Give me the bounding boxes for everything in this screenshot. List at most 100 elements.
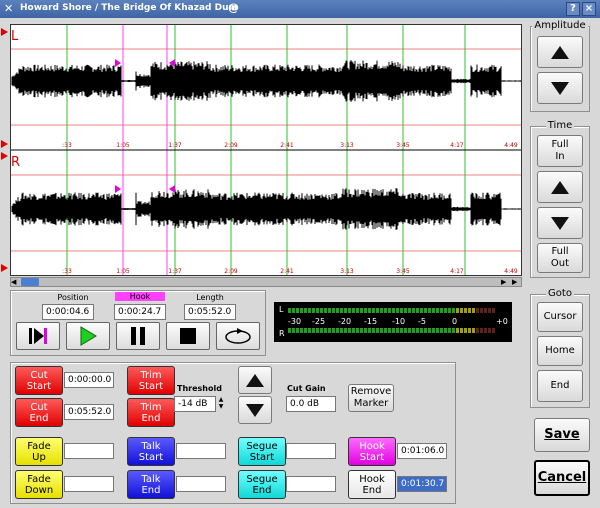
meter-scale-label: +0 xyxy=(496,317,508,326)
fade-down-button[interactable]: Fade Down xyxy=(15,470,63,499)
trim-start-button[interactable]: Trim Start xyxy=(127,366,175,395)
goto-cursor-button[interactable]: Cursor xyxy=(537,302,583,332)
marker-strip xyxy=(1,28,8,272)
meter-segment xyxy=(356,308,359,313)
meter-segment xyxy=(412,308,415,313)
meter-segment xyxy=(408,308,411,313)
meter-segment xyxy=(300,308,303,313)
waveform-trace xyxy=(11,188,521,230)
cut-gain-up-button[interactable] xyxy=(238,366,272,394)
cut-end-button[interactable]: Cut End xyxy=(15,398,63,427)
pause-button[interactable] xyxy=(116,322,160,350)
segue-end-button[interactable]: Segue End xyxy=(238,470,286,499)
time-tick-label: 4:17 xyxy=(450,142,464,149)
time-tick-label: 2:09 xyxy=(224,268,238,275)
threshold-field[interactable]: -14 dB xyxy=(174,396,216,412)
talk-start-button[interactable]: Talk Start xyxy=(127,437,175,466)
meter-segment xyxy=(312,308,315,313)
spin-down-icon[interactable]: ▼ xyxy=(216,403,226,410)
loop-button[interactable] xyxy=(216,322,260,350)
hook-marker-icon xyxy=(115,185,121,193)
segue-start-field[interactable] xyxy=(286,443,336,459)
goto-end-button[interactable]: End xyxy=(537,370,583,402)
meter-segment xyxy=(432,308,435,313)
meter-segment xyxy=(332,328,335,333)
meter-segment xyxy=(376,308,379,313)
scroll-thumb[interactable] xyxy=(21,278,39,286)
zoom-in-button[interactable] xyxy=(537,171,583,203)
play-from-marker-button[interactable] xyxy=(16,322,60,350)
time-tick-label: 3:13 xyxy=(340,268,354,275)
fade-down-field[interactable] xyxy=(64,476,114,492)
cut-gain-down-button[interactable] xyxy=(238,396,272,424)
scroll-end-icon[interactable]: ▶ xyxy=(512,278,520,286)
cut-end-field[interactable]: 0:05:52.0 xyxy=(64,404,114,420)
fade-up-button[interactable]: Fade Up xyxy=(15,437,63,466)
segue-start-button[interactable]: Segue Start xyxy=(238,437,286,466)
meter-segment xyxy=(488,328,491,333)
cut-start-button[interactable]: Cut Start xyxy=(15,366,63,395)
help-button[interactable]: ? xyxy=(566,2,580,16)
meter-segment xyxy=(396,308,399,313)
hook-start-button[interactable]: Hook Start xyxy=(348,437,396,466)
horizontal-scrollbar[interactable]: ◀ ▶ ▶ xyxy=(10,277,522,287)
left-channel-label: L xyxy=(11,29,19,44)
meter-segment xyxy=(428,308,431,313)
stop-button[interactable] xyxy=(166,322,210,350)
meter-segment xyxy=(328,308,331,313)
position-label: Position xyxy=(57,293,89,302)
up-arrow-icon xyxy=(246,373,264,387)
threshold-label: Threshold xyxy=(177,384,222,393)
meter-segment xyxy=(328,328,331,333)
cut-start-field[interactable]: 0:00:00.0 xyxy=(64,372,114,388)
down-arrow-icon xyxy=(246,403,264,417)
play-icon xyxy=(80,326,97,346)
amplitude-down-button[interactable] xyxy=(537,72,583,104)
time-tick-label: 4:49 xyxy=(504,142,518,149)
cut-gain-field[interactable]: 0.0 dB xyxy=(286,396,336,412)
segue-end-field[interactable] xyxy=(286,476,336,492)
meter-segment xyxy=(412,328,415,333)
right-channel-label: R xyxy=(11,155,21,170)
remove-marker-button[interactable]: Remove Marker xyxy=(348,384,394,412)
fade-up-field[interactable] xyxy=(64,443,114,459)
hook-start-field[interactable]: 0:01:06.0 xyxy=(397,443,447,459)
trim-end-button[interactable]: Trim End xyxy=(127,398,175,427)
hook-end-button[interactable]: Hook End xyxy=(348,470,396,499)
talk-end-field[interactable] xyxy=(176,476,226,492)
full-in-button[interactable]: Full In xyxy=(537,135,583,167)
meter-segment xyxy=(492,328,495,333)
meter-segment xyxy=(376,328,379,333)
spin-up-icon[interactable]: ▲ xyxy=(216,396,226,403)
meter-segment xyxy=(392,328,395,333)
length-readout: 0:05:52.0 xyxy=(184,304,236,320)
meter-segment xyxy=(456,308,459,313)
talk-end-button[interactable]: Talk End xyxy=(127,470,175,499)
talk-start-field[interactable] xyxy=(176,443,226,459)
time-tick-label: 1:37 xyxy=(168,268,182,275)
meter-segment xyxy=(460,308,463,313)
cancel-button[interactable]: Cancel xyxy=(534,460,590,496)
zoom-out-button[interactable] xyxy=(537,207,583,239)
meter-segment xyxy=(400,308,403,313)
save-button[interactable]: Save xyxy=(534,418,590,452)
length-label: Length xyxy=(196,293,224,302)
goto-home-button[interactable]: Home xyxy=(537,336,583,366)
meter-segment xyxy=(468,328,471,333)
meter-segment xyxy=(484,308,487,313)
meter-segment xyxy=(348,328,351,333)
scroll-right-icon[interactable]: ▶ xyxy=(501,278,509,286)
amplitude-up-button[interactable] xyxy=(537,36,583,68)
skip-play-icon xyxy=(29,328,47,344)
meter-segment xyxy=(288,328,291,333)
hook-end-field[interactable]: 0:01:30.7 xyxy=(397,476,447,492)
waveform-display[interactable]: :33 1:05 1:37 2:09 2:41 3:13 3:45 4:17 4:49:33 1:… xyxy=(10,24,522,276)
scroll-left-icon[interactable]: ◀ xyxy=(11,278,19,286)
meter-segment xyxy=(404,328,407,333)
full-out-button[interactable]: Full Out xyxy=(537,243,583,273)
meter-segment xyxy=(340,308,343,313)
meter-segment xyxy=(308,328,311,333)
threshold-spinner[interactable]: ▲ ▼ xyxy=(216,396,226,410)
close-button[interactable]: × xyxy=(582,2,596,16)
play-button[interactable] xyxy=(66,322,110,350)
